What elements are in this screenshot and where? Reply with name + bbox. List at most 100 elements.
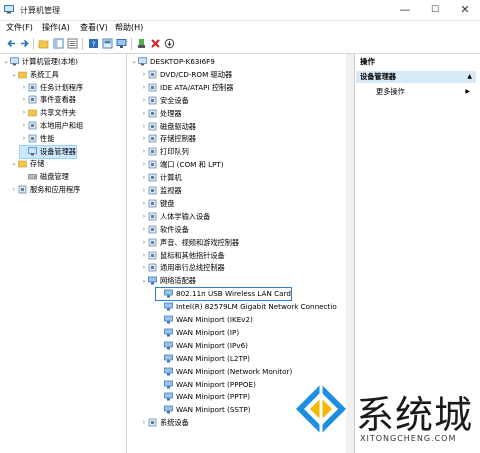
expand-toggle-icon[interactable]: › [140, 159, 148, 171]
device-category[interactable]: › 存储控制器 [140, 133, 196, 145]
device-category-icon [148, 264, 157, 272]
device-category[interactable]: › 键盘 [140, 198, 175, 210]
network-adapter-item[interactable]: WAN Miniport (PPPOE) [156, 379, 256, 391]
nav-item[interactable]: ⌄ 系统工具 [10, 69, 58, 81]
maximize-button[interactable]: ☐ [420, 0, 450, 20]
expand-toggle-icon[interactable]: ⌄ [2, 56, 10, 68]
nav-item[interactable]: › 性能 [20, 133, 55, 145]
expand-toggle-icon[interactable]: › [140, 262, 148, 274]
expand-toggle-icon[interactable]: › [140, 237, 148, 249]
nav-item[interactable]: ⌄ 存储 [10, 158, 44, 170]
expand-toggle-icon[interactable]: ⌄ [10, 69, 18, 81]
network-adapter-item[interactable]: WAN Miniport (IP) [156, 327, 239, 339]
expand-toggle-icon[interactable]: › [140, 69, 148, 81]
network-adapter-item-label: WAN Miniport (IP) [176, 327, 240, 337]
actions-device-manager[interactable]: 设备管理器 ▲ [356, 71, 476, 83]
network-adapter-item[interactable]: WAN Miniport (IPv6) [156, 340, 248, 352]
nav-item[interactable]: › 共享文件夹 [20, 107, 76, 119]
expand-toggle-icon[interactable]: › [140, 198, 148, 210]
device-category[interactable]: › 磁盘驱动器 [140, 121, 196, 133]
network-adapter-item[interactable]: WAN Miniport (SSTP) [156, 404, 251, 416]
network-adapter-item-label: WAN Miniport (PPPOE) [176, 379, 256, 389]
expand-toggle-icon[interactable]: › [140, 250, 148, 262]
monitor-icon[interactable] [116, 38, 127, 49]
expand-toggle-icon[interactable]: › [140, 108, 148, 120]
forward-icon[interactable] [19, 38, 30, 49]
help-icon[interactable]: ? [88, 38, 99, 49]
network-adapter-item[interactable]: 802.11n USB Wireless LAN Card [155, 287, 292, 302]
menu-view[interactable]: 查看(V) [80, 22, 108, 33]
window-title: 计算机管理 [20, 6, 60, 15]
expand-toggle-icon[interactable]: › [20, 120, 28, 132]
device-category[interactable]: › 人体学输入设备 [140, 211, 211, 223]
expand-toggle-icon[interactable]: ⌄ [130, 56, 138, 68]
expand-toggle-icon[interactable]: › [140, 211, 148, 223]
device-category[interactable]: › 通用串行总线控制器 [140, 262, 225, 274]
expand-toggle-icon[interactable]: › [140, 82, 148, 94]
device-category-icon [148, 147, 157, 156]
expand-toggle-icon[interactable]: › [20, 82, 28, 94]
expand-toggle-icon[interactable]: › [140, 417, 148, 429]
expand-toggle-icon[interactable]: › [20, 107, 28, 119]
expand-toggle-icon[interactable]: › [140, 224, 148, 236]
menu-action[interactable]: 操作(A) [42, 22, 70, 33]
nav-item[interactable]: › 事件查看器 [20, 94, 76, 106]
menu-help[interactable]: 帮助(H) [115, 22, 143, 33]
device-category[interactable]: › 处理器 [140, 108, 182, 120]
device-category-label: 监视器 [160, 186, 182, 195]
expand-toggle-icon[interactable]: › [140, 121, 148, 133]
device-category[interactable]: › IDE ATA/ATAPI 控制器 [140, 82, 234, 94]
properties-icon[interactable] [102, 38, 113, 49]
device-category[interactable]: › 系统设备 [140, 417, 189, 429]
expand-toggle-icon[interactable]: › [20, 94, 28, 106]
nav-item[interactable]: › 本地用户和组 [20, 120, 83, 132]
device-category-icon [148, 135, 157, 143]
network-adapter-item[interactable]: WAN Miniport (Network Monitor) [156, 366, 292, 378]
menu-file[interactable]: 文件(F) [6, 22, 33, 33]
scan-hardware-icon[interactable] [164, 38, 175, 49]
back-icon[interactable] [6, 38, 17, 49]
device-category-network[interactable]: ⌄ 网络适配器 [140, 275, 195, 287]
device-category[interactable]: › 软件设备 [140, 224, 189, 236]
device-category[interactable]: › 端口 (COM 和 LPT) [140, 159, 224, 171]
device-category[interactable]: › DVD/CD-ROM 驱动器 [140, 69, 232, 81]
expand-toggle-icon[interactable]: › [140, 133, 148, 145]
network-adapter-item[interactable]: WAN Miniport (PPTP) [156, 391, 250, 403]
device-root[interactable]: ⌄ DESKTOP-K63I6F9 [130, 56, 214, 68]
expand-toggle-icon[interactable]: ⌄ [10, 158, 18, 170]
expand-toggle-icon[interactable]: › [10, 184, 18, 196]
show-hide-tree-icon[interactable] [53, 38, 64, 49]
network-adapter-item-label: WAN Miniport (Network Monitor) [176, 366, 293, 376]
list-view-icon[interactable] [67, 38, 78, 49]
submenu-arrow-icon: ▶ [465, 88, 470, 95]
network-adapter-item[interactable]: WAN Miniport (L2TP) [156, 353, 250, 365]
nav-item[interactable]: › 任务计划程序 [20, 82, 83, 94]
up-folder-icon[interactable] [38, 38, 49, 49]
expand-toggle-icon[interactable]: › [140, 172, 148, 184]
network-adapter-icon [148, 276, 157, 285]
nav-item[interactable]: › 服务和应用程序 [10, 184, 81, 196]
collapse-arrow-icon[interactable]: ▲ [467, 71, 472, 83]
device-category[interactable]: › 安全设备 [140, 95, 189, 107]
network-adapter-item[interactable]: Intel(R) 82579LM Gigabit Network Connect… [156, 301, 337, 313]
minimize-button[interactable]: — [390, 0, 420, 20]
expand-toggle-icon[interactable]: ⌄ [140, 275, 148, 287]
expand-toggle-icon[interactable]: › [140, 185, 148, 197]
device-category[interactable]: › 鼠标和其他指针设备 [140, 250, 225, 262]
device-category[interactable]: › 打印队列 [140, 146, 189, 158]
expand-toggle-icon[interactable]: › [140, 146, 148, 158]
expand-toggle-icon[interactable]: › [140, 95, 148, 107]
nav-item[interactable]: 磁盘管理 [20, 171, 69, 183]
close-button[interactable]: ✕ [450, 0, 480, 20]
uninstall-device-icon[interactable] [150, 38, 161, 49]
navigation-tree-pane: ⌄ 计算机管理(本地) ⌄ 系统工具 › 任务计划程序 › 事件查看器 › 共享文件夹 › 本地用户和… [0, 54, 127, 453]
update-driver-icon[interactable] [136, 38, 147, 49]
device-category[interactable]: › 计算机 [140, 172, 182, 184]
network-adapter-item[interactable]: WAN Miniport (IKEv2) [156, 314, 253, 326]
device-category[interactable]: › 声音、视频和游戏控制器 [140, 237, 239, 249]
device-category[interactable]: › 监视器 [140, 185, 182, 197]
nav-item[interactable]: 设备管理器 [19, 144, 77, 159]
expand-toggle-icon[interactable]: › [20, 133, 28, 145]
actions-more[interactable]: 更多操作 ▶ [356, 86, 476, 98]
nav-item[interactable]: ⌄ 计算机管理(本地) [2, 56, 77, 68]
